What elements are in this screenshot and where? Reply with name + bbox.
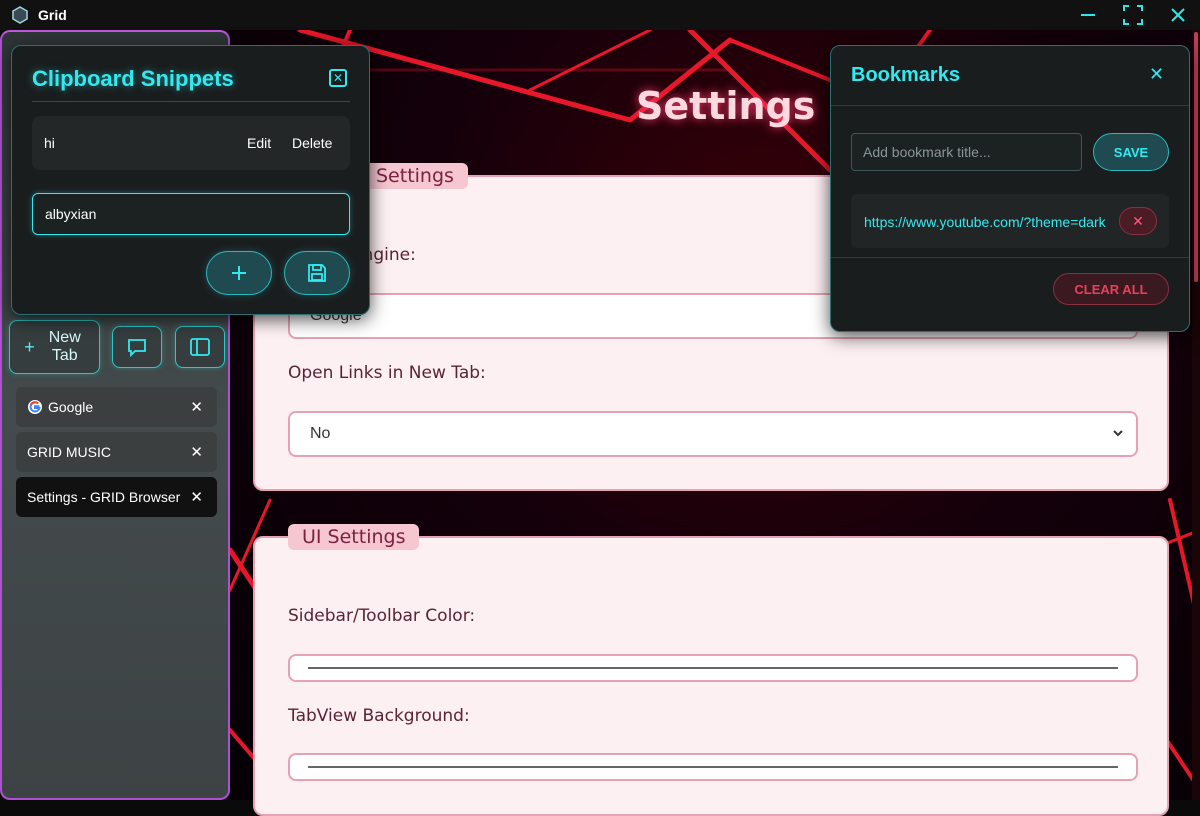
google-icon bbox=[28, 400, 42, 414]
bookmarks-title: Bookmarks bbox=[851, 64, 960, 86]
open-links-select[interactable]: No bbox=[288, 411, 1138, 457]
bookmark-item: https://www.youtube.com/?theme=dark ✕ bbox=[851, 194, 1169, 248]
page-title: Settings bbox=[636, 84, 816, 128]
sidebar-color-picker[interactable] bbox=[288, 654, 1138, 682]
add-snippet-button[interactable] bbox=[206, 251, 272, 295]
close-icon: ✕ bbox=[332, 71, 344, 85]
scrollbar-thumb[interactable] bbox=[1194, 32, 1198, 282]
open-links-value: No bbox=[310, 425, 331, 442]
chat-icon bbox=[128, 339, 146, 358]
window-title: Grid bbox=[38, 7, 67, 23]
tab-grid-music[interactable]: GRID MUSIC ✕ bbox=[16, 432, 217, 472]
open-links-label: Open Links in New Tab: bbox=[288, 363, 486, 383]
tab-label: Settings - GRID Browser bbox=[27, 489, 181, 505]
close-icon: ✕ bbox=[1132, 212, 1144, 229]
delete-snippet-button[interactable]: Delete bbox=[292, 135, 332, 151]
snippets-title: Clipboard Snippets bbox=[32, 66, 234, 91]
close-window-button[interactable] bbox=[1167, 4, 1189, 26]
new-tab-label: New Tab bbox=[48, 329, 81, 364]
minimize-button[interactable] bbox=[1077, 4, 1099, 26]
maximize-button[interactable] bbox=[1122, 4, 1144, 26]
bookmarks-panel: Bookmarks ✕ Add bookmark title... SAVE h… bbox=[830, 45, 1190, 332]
ui-settings-legend: UI Settings bbox=[288, 524, 420, 550]
tab-google[interactable]: Google ✕ bbox=[16, 387, 217, 427]
divider bbox=[831, 257, 1189, 258]
title-bar: Grid bbox=[0, 0, 1200, 30]
tab-settings[interactable]: Settings - GRID Browser ✕ bbox=[16, 477, 217, 517]
close-tab-icon[interactable]: ✕ bbox=[190, 398, 203, 416]
settings-legend: Settings bbox=[362, 163, 468, 189]
divider bbox=[831, 105, 1189, 106]
divider bbox=[32, 101, 350, 102]
clipboard-snippets-panel: Clipboard Snippets ✕ hi Edit Delete alby… bbox=[11, 45, 370, 315]
tabview-bg-label: TabView Background: bbox=[288, 706, 470, 726]
snippet-item: hi Edit Delete bbox=[32, 116, 350, 170]
save-snippet-button[interactable] bbox=[284, 251, 350, 295]
save-bookmark-button[interactable]: SAVE bbox=[1093, 133, 1169, 171]
save-icon bbox=[308, 264, 326, 282]
grid-logo-icon bbox=[12, 6, 28, 24]
page-scrollbar[interactable] bbox=[1192, 30, 1200, 800]
tab-label: Google bbox=[48, 399, 94, 415]
ui-settings-card: Sidebar/Toolbar Color: TabView Backgroun… bbox=[253, 536, 1169, 816]
edit-snippet-button[interactable]: Edit bbox=[247, 135, 271, 151]
bookmark-link[interactable]: https://www.youtube.com/?theme=dark bbox=[864, 214, 1109, 230]
sidebar-panel-icon bbox=[190, 338, 210, 356]
close-bookmarks-icon[interactable]: ✕ bbox=[1149, 64, 1164, 85]
close-icon bbox=[1171, 8, 1185, 22]
fullscreen-icon bbox=[1123, 5, 1143, 25]
close-snippets-button[interactable]: ✕ bbox=[329, 69, 347, 87]
new-tab-button[interactable]: + New Tab bbox=[9, 320, 100, 374]
snippet-input[interactable]: albyxian bbox=[32, 193, 350, 235]
minimize-icon bbox=[1081, 14, 1095, 16]
tabview-bg-picker[interactable] bbox=[288, 753, 1138, 781]
tab-label: GRID MUSIC bbox=[27, 444, 111, 460]
panel-toggle-button[interactable] bbox=[175, 326, 225, 368]
close-tab-icon[interactable]: ✕ bbox=[190, 488, 203, 506]
bookmark-title-input[interactable]: Add bookmark title... bbox=[851, 133, 1082, 171]
plus-icon: + bbox=[24, 336, 35, 357]
snippet-text: hi bbox=[44, 135, 55, 151]
plus-icon bbox=[232, 266, 246, 280]
clear-all-bookmarks-button[interactable]: CLEAR ALL bbox=[1053, 273, 1169, 305]
chevron-down-icon bbox=[1113, 430, 1123, 437]
sidebar-color-label: Sidebar/Toolbar Color: bbox=[288, 606, 476, 626]
chat-button[interactable] bbox=[112, 326, 162, 368]
close-tab-icon[interactable]: ✕ bbox=[190, 443, 203, 461]
delete-bookmark-button[interactable]: ✕ bbox=[1119, 207, 1157, 235]
